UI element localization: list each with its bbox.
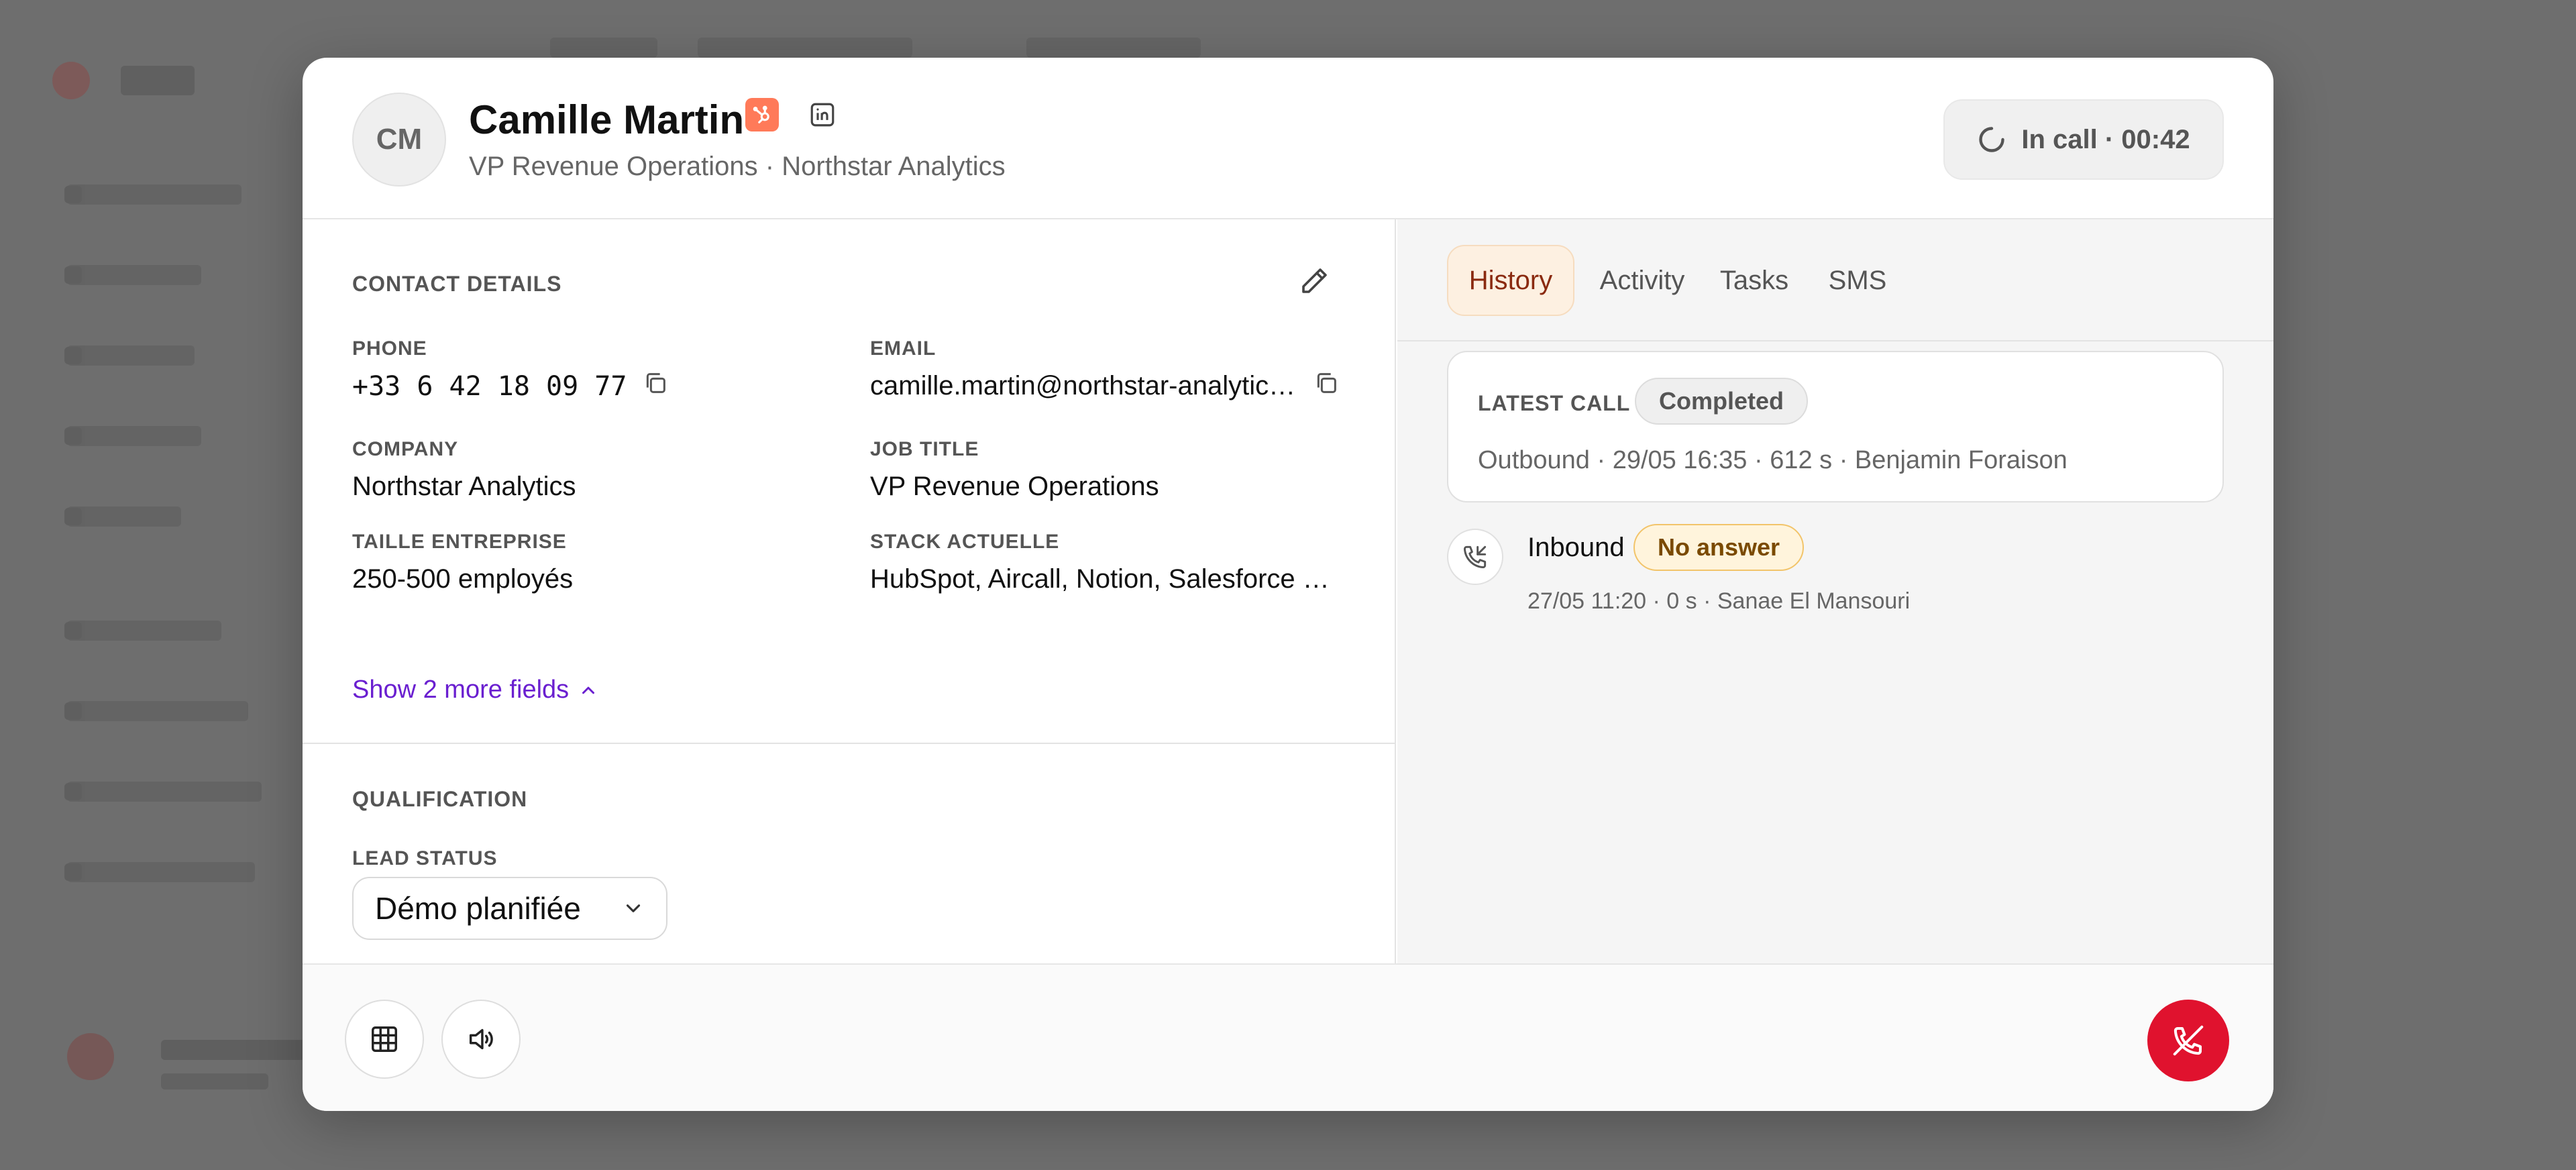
pencil-icon[interactable] [1295,262,1333,300]
latest-call-card[interactable]: LATEST CALL Completed Outbound · 29/05 1… [1447,351,2224,502]
background-nav-item [64,265,201,285]
phone-incoming-icon [1447,529,1503,585]
status-badge: Completed [1635,378,1809,425]
latest-call-detail: Outbound · 29/05 16:35 · 612 s · Benjami… [1478,446,2068,474]
contact-details-title: CONTACT DETAILS [352,272,562,296]
stack-label: STACK ACTUELLE [870,531,1060,553]
phone-label: PHONE [352,337,427,360]
copy-icon[interactable] [1310,367,1342,399]
background-user-role [161,1073,268,1089]
background-nav-item [64,701,248,721]
call-type: Inbound [1527,533,1625,562]
stack-value: HubSpot, Aircall, Notion, Salesforce e… [870,564,1344,594]
latest-call-label: LATEST CALL [1478,391,1631,415]
company-value: Northstar Analytics [352,472,576,501]
section-divider [303,743,1395,744]
contact-subtitle: VP Revenue Operations · Northstar Analyt… [469,152,1006,181]
background-nav-item [64,507,181,527]
email-value: camille.martin@northstar-analytic… [870,371,1296,401]
status-badge: No answer [1633,524,1805,571]
call-status-text: In call · 00:42 [2021,124,2190,154]
background-nav-item [64,184,241,205]
job-title-label: JOB TITLE [870,438,979,460]
tab-tasks[interactable]: Tasks [1707,245,1801,316]
chevron-up-icon [582,686,595,694]
tab-sms[interactable]: SMS [1812,245,1903,316]
chevron-down-icon [626,904,641,912]
background-nav-item [64,862,255,882]
background-top-item [1026,38,1201,58]
history-panel: History Activity Tasks SMS LATEST CALL C… [1397,219,2273,963]
tab-history[interactable]: History [1447,245,1574,316]
job-title-value: VP Revenue Operations [870,472,1159,501]
call-status-pill: In call · 00:42 [1943,99,2224,180]
keypad-icon [372,1026,397,1052]
email-label: EMAIL [870,337,936,360]
hangup-button[interactable] [2147,1000,2229,1081]
copy-icon[interactable] [639,367,672,399]
tab-bar: History Activity Tasks SMS [1397,219,2273,341]
lead-status-value: Démo planifiée [375,891,581,926]
speaker-button[interactable] [441,1000,521,1079]
company-size-value: 250-500 employés [352,564,574,594]
background-nav-item [64,621,221,641]
show-more-label: Show 2 more fields [352,676,570,704]
background-top-item [698,38,912,58]
spinner-icon [1979,127,2005,152]
background-user-avatar [67,1033,114,1080]
background-top-item [550,38,657,58]
company-size-label: TAILLE ENTREPRISE [352,531,567,553]
call-modal: CM Camille Martin VP Revenue Operations … [303,58,2273,1111]
company-label: COMPANY [352,438,459,460]
show-more-fields-link[interactable]: Show 2 more fields [352,676,598,704]
hubspot-icon[interactable] [745,98,779,131]
linkedin-icon[interactable] [807,99,838,130]
contact-panel: CONTACT DETAILS PHONE +33 6 42 18 09 77 … [303,219,1396,963]
background-nav-item [64,345,195,366]
modal-header: CM Camille Martin VP Revenue Operations … [303,58,2273,219]
phone-hangup-icon [2173,1025,2204,1056]
keypad-button[interactable] [345,1000,424,1079]
lead-status-label: LEAD STATUS [352,847,498,869]
background-user-name [161,1040,309,1060]
background-nav-item [64,426,201,446]
tab-activity[interactable]: Activity [1592,245,1693,316]
contact-name: Camille Martin [469,97,745,142]
background-logo [52,62,90,99]
lead-status-select[interactable]: Démo planifiée [352,877,667,940]
call-controls [303,963,2273,1111]
call-meta: 27/05 11:20 · 0 s · Sanae El Mansouri [1527,588,1911,614]
background-brand [121,66,195,95]
qualification-title: QUALIFICATION [352,787,528,811]
background-nav-item [64,782,262,802]
phone-value: +33 6 42 18 09 77 [352,371,627,402]
speaker-icon [469,1028,493,1050]
avatar: CM [352,93,446,187]
